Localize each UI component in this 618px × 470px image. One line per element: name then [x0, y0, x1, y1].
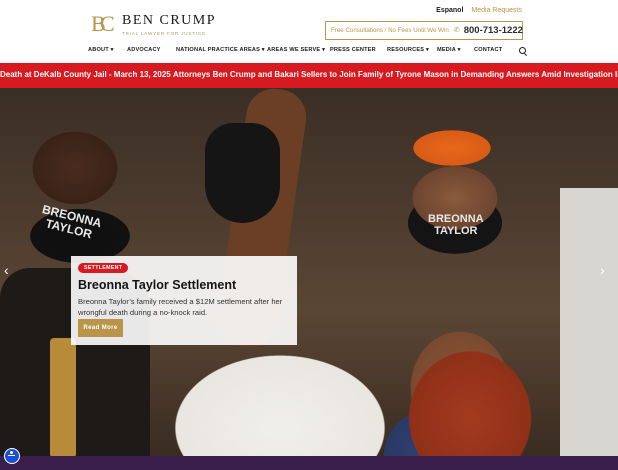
hero-slider: BREONNA TAYLOR BREONNA TAYLOR ‹ › SETTLE… — [0, 88, 618, 456]
logo-text: BEN CRUMP TRIAL LAWYER FOR JUSTICE — [122, 13, 216, 36]
ticker-item[interactable]: Death at DeKalb County Jail - March 13, … — [0, 70, 171, 79]
phone-icon: ✆ — [453, 26, 460, 34]
chevron-right-icon[interactable]: › — [600, 263, 610, 277]
site-logo[interactable]: B C BEN CRUMP TRIAL LAWYER FOR JUSTICE — [90, 10, 216, 38]
consultation-text: Free Consultations / No Fees Until We Wi… — [331, 27, 449, 34]
phone-number[interactable]: 800-713-1222 — [464, 25, 523, 36]
hero-card: SETTLEMENT Breonna Taylor Settlement Bre… — [71, 256, 297, 345]
chevron-left-icon[interactable]: ‹ — [4, 263, 14, 277]
search-icon[interactable] — [519, 47, 526, 54]
nav-media[interactable]: MEDIA ▾ — [437, 47, 461, 53]
ticker-item[interactable]: Attorneys Ben Crump and Bakari Sellers t… — [173, 70, 618, 79]
hero-photo-glove — [205, 123, 280, 223]
logo-monogram: B C — [90, 10, 118, 38]
nav-national-practice-areas[interactable]: NATIONAL PRACTICE AREAS ▾ — [176, 47, 265, 53]
consultation-box[interactable]: Free Consultations / No Fees Until We Wi… — [325, 21, 523, 40]
site-header: B C BEN CRUMP TRIAL LAWYER FOR JUSTICE E… — [0, 0, 618, 64]
hero-mask-text-right: BREONNA TAYLOR — [428, 213, 484, 237]
hero-card-title[interactable]: Breonna Taylor Settlement — [78, 278, 236, 292]
accessibility-icon[interactable] — [4, 448, 20, 464]
footer-strip — [0, 456, 618, 470]
category-badge[interactable]: SETTLEMENT — [78, 263, 129, 273]
nav-press-center[interactable]: PRESS CENTER — [330, 47, 376, 53]
top-links: Espanol Media Requests — [436, 7, 522, 14]
logo-name: BEN CRUMP — [122, 12, 217, 28]
nav-about[interactable]: ABOUT ▾ — [88, 47, 114, 53]
media-requests-link[interactable]: Media Requests — [471, 7, 522, 14]
hero-photo-tie — [50, 338, 76, 456]
hero-card-description: Breonna Taylor’s family received a $12M … — [78, 297, 283, 317]
hero-photo-figure-right — [560, 188, 618, 456]
read-more-button[interactable]: Read More — [78, 319, 123, 337]
logo-letter-c: C — [100, 11, 115, 36]
nav-advocacy[interactable]: ADVOCACY — [127, 47, 161, 53]
nav-areas-we-serve[interactable]: AREAS WE SERVE ▾ — [267, 47, 325, 53]
nav-resources[interactable]: RESOURCES ▾ — [387, 47, 429, 53]
hero-mask-text-left: BREONNA TAYLOR — [40, 202, 104, 241]
nav-contact[interactable]: CONTACT — [474, 47, 502, 53]
logo-tagline: TRIAL LAWYER FOR JUSTICE — [122, 30, 206, 36]
espanol-link[interactable]: Espanol — [436, 7, 463, 14]
news-ticker: Death at DeKalb County Jail - March 13, … — [0, 63, 618, 88]
